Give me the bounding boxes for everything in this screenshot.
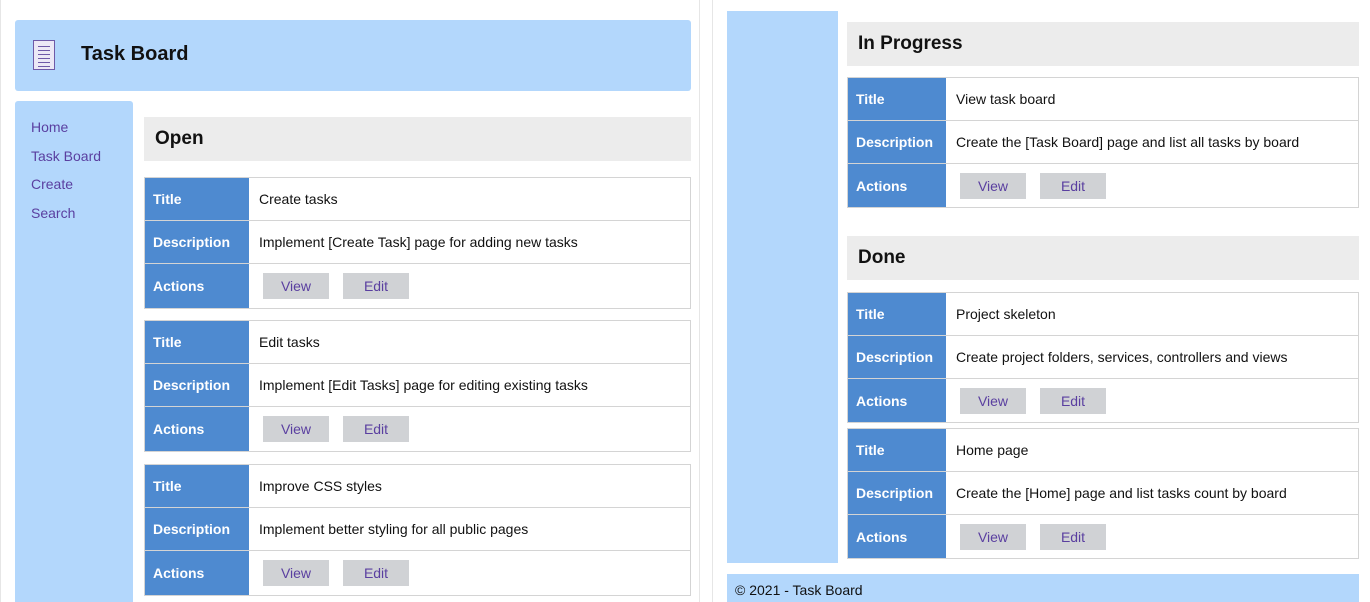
left-pane: Task Board Home Task Board Create Search… (0, 0, 700, 602)
document-icon (33, 40, 55, 70)
edit-button[interactable]: Edit (343, 273, 409, 299)
actions-label: Actions (848, 515, 946, 558)
task-title: Improve CSS styles (259, 478, 382, 494)
task-card: Title Improve CSS styles Description Imple… (144, 464, 691, 596)
view-button[interactable]: View (960, 523, 1026, 550)
view-button[interactable]: View (263, 416, 329, 442)
view-button[interactable]: View (960, 172, 1026, 199)
task-title: Project skeleton (956, 306, 1056, 322)
actions-label: Actions (145, 551, 249, 595)
actions-label: Actions (145, 264, 249, 308)
task-description: Create the [Home] page and list tasks co… (956, 485, 1287, 501)
view-button[interactable]: View (960, 387, 1026, 414)
task-card: Title Project skeleton Description Create … (847, 292, 1359, 423)
title-label: Title (848, 78, 946, 120)
nav-task-board[interactable]: Task Board (31, 147, 133, 176)
edit-button[interactable]: Edit (343, 560, 409, 586)
description-label: Description (145, 508, 249, 550)
task-description: Create the [Task Board] page and list al… (956, 134, 1300, 150)
task-description: Implement [Edit Tasks] page for editing … (259, 377, 588, 393)
title-label: Title (145, 178, 249, 220)
task-description: Implement [Create Task] page for adding … (259, 234, 578, 250)
title-label: Title (848, 293, 946, 335)
view-button[interactable]: View (263, 273, 329, 299)
description-label: Description (848, 121, 946, 163)
task-description: Implement better styling for all public … (259, 521, 529, 537)
task-title: Create tasks (259, 191, 338, 207)
edit-button[interactable]: Edit (1040, 387, 1106, 414)
nav-home[interactable]: Home (31, 118, 133, 147)
title-label: Title (848, 429, 946, 471)
description-label: Description (848, 336, 946, 378)
task-description: Create project folders, services, contro… (956, 349, 1288, 365)
task-title: Edit tasks (259, 334, 320, 350)
description-label: Description (145, 364, 249, 406)
nav-search[interactable]: Search (31, 204, 133, 233)
edit-button[interactable]: Edit (1040, 523, 1106, 550)
description-label: Description (145, 221, 249, 263)
task-card: Title Edit tasks Description Implement [Ed… (144, 320, 691, 452)
view-button[interactable]: View (263, 560, 329, 586)
board-title-open: Open (144, 117, 691, 161)
title-label: Title (145, 321, 249, 363)
task-card: Title Home page Description Create the [Ho… (847, 428, 1359, 559)
actions-label: Actions (848, 164, 946, 207)
title-label: Title (145, 465, 249, 507)
sidebar-nav: Home Task Board Create Search (15, 101, 133, 602)
edit-button[interactable]: Edit (1040, 172, 1106, 199)
task-card: Title Create tasks Description Implement [… (144, 177, 691, 309)
right-pane: In Progress Title View task board Descrip… (712, 0, 1370, 602)
page-footer: © 2021 - Task Board (727, 574, 1359, 602)
nav-create[interactable]: Create (31, 175, 133, 204)
actions-label: Actions (145, 407, 249, 451)
board-title-in-progress: In Progress (847, 22, 1359, 66)
actions-label: Actions (848, 379, 946, 422)
task-title: Home page (956, 442, 1029, 458)
description-label: Description (848, 472, 946, 514)
task-card: Title View task board Description Create t… (847, 77, 1359, 208)
sidebar-strip (727, 11, 838, 563)
edit-button[interactable]: Edit (343, 416, 409, 442)
app-title: Task Board (81, 43, 189, 65)
board-title-done: Done (847, 236, 1359, 280)
task-title: View task board (956, 91, 1056, 107)
app-header: Task Board (15, 20, 691, 91)
